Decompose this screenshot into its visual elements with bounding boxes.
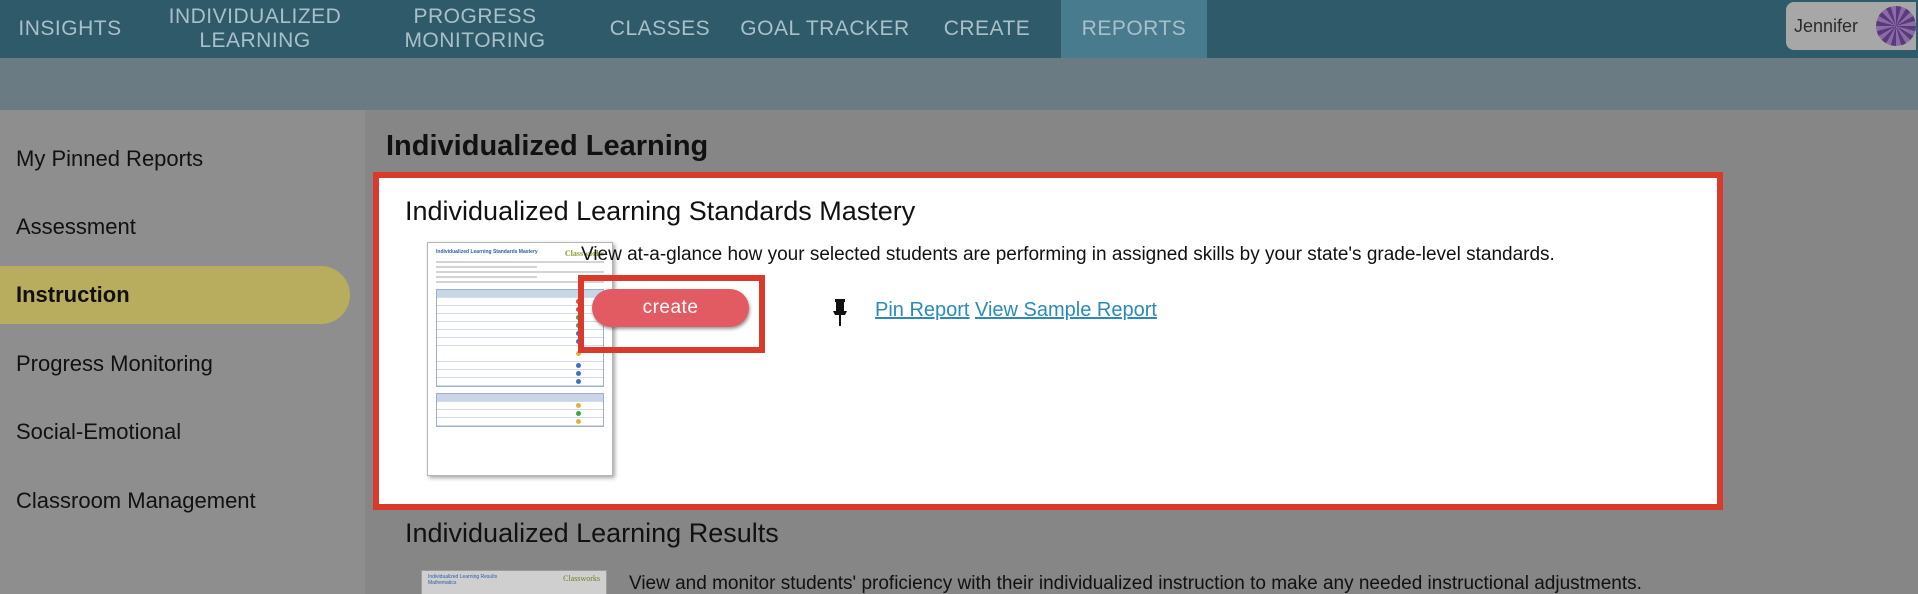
sidebar-item-progress-monitoring[interactable]: Progress Monitoring — [0, 335, 350, 393]
user-name: Jennifer — [1794, 15, 1859, 36]
report-title: Individualized Learning Standards Master… — [405, 196, 916, 226]
view-sample-report-link[interactable]: View Sample Report — [975, 299, 1157, 322]
report-description: View at-a-glance how your selected stude… — [581, 244, 1555, 265]
report-card-standards-mastery: Individualized Learning Standards Master… — [373, 172, 1723, 510]
page-title: Individualized Learning — [386, 130, 709, 162]
nav-create[interactable]: CREATE — [928, 0, 1046, 58]
report-thumbnail: Individualized Learning Results Mathemat… — [421, 570, 607, 594]
thumbnail-title: Individualized Learning Standards Master… — [436, 249, 538, 255]
nav-insights[interactable]: INSIGHTS — [0, 0, 140, 58]
sidebar-item-social-emotional[interactable]: Social-Emotional — [0, 403, 350, 461]
create-button-highlight: create — [578, 275, 765, 353]
sidebar-item-classroom-management[interactable]: Classroom Management — [0, 472, 350, 530]
nav-individualized-learning[interactable]: INDIVIDUALIZED LEARNING — [150, 0, 360, 58]
nav-reports[interactable]: REPORTS — [1061, 0, 1207, 58]
pin-icon[interactable] — [832, 299, 848, 327]
main-content: Individualized Learning Individualized L… — [365, 110, 1918, 594]
avatar[interactable] — [1876, 6, 1916, 46]
sidebar: My Pinned Reports Assessment Instruction… — [0, 110, 365, 594]
sidebar-item-assessment[interactable]: Assessment — [0, 198, 350, 256]
sub-header-bar — [0, 58, 1918, 110]
nav-goal-tracker[interactable]: GOAL TRACKER — [730, 0, 920, 58]
report-description: View and monitor students' proficiency w… — [629, 573, 1642, 594]
create-button[interactable]: create — [592, 289, 749, 327]
sidebar-item-my-pinned-reports[interactable]: My Pinned Reports — [0, 130, 350, 188]
thumbnail-title: Individualized Learning Results Mathemat… — [428, 574, 498, 586]
user-menu[interactable]: Jennifer — [1786, 2, 1916, 50]
nav-classes[interactable]: CLASSES — [595, 0, 725, 58]
report-title: Individualized Learning Results — [405, 518, 779, 548]
nav-progress-monitoring[interactable]: PROGRESS MONITORING — [370, 0, 580, 58]
sidebar-item-instruction[interactable]: Instruction — [0, 266, 350, 324]
brand-logo: Classworks — [563, 574, 600, 583]
top-navigation: INSIGHTS INDIVIDUALIZED LEARNING PROGRES… — [0, 0, 1918, 58]
thumbnail-table — [436, 393, 604, 427]
pin-report-link[interactable]: Pin Report — [875, 299, 970, 322]
